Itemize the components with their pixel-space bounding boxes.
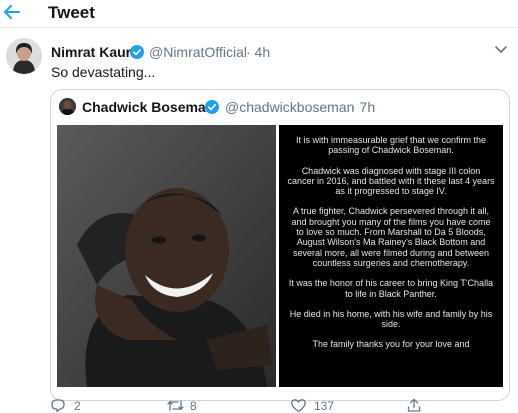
statement-paragraph: A true fighter, Chadwick persevered thro… — [291, 206, 491, 268]
statement-paragraph: It was the honor of his career to bring … — [288, 278, 494, 299]
quoted-author-handle: @chadwickboseman — [225, 99, 355, 115]
statement-image[interactable]: It is with immeasurable grief that we co… — [279, 125, 503, 387]
author-name[interactable]: Nimrat Kaur — [51, 44, 131, 60]
reply-icon — [51, 399, 65, 413]
statement-paragraph: The family thanks you for your love and — [312, 339, 470, 350]
retweet-button[interactable]: 8 — [166, 398, 216, 413]
more-options-button[interactable] — [492, 43, 510, 55]
statement-paragraph: It is with immeasurable grief that we co… — [295, 135, 487, 156]
top-bar: Tweet — [0, 0, 518, 28]
share-button[interactable] — [406, 398, 426, 413]
arrow-left-icon — [4, 5, 20, 19]
tweet-text: So devastating... — [51, 64, 156, 80]
tweet-actions: 2 8 137 — [0, 398, 518, 413]
statement-paragraph: Chadwick was diagnosed with stage III co… — [287, 165, 495, 197]
quoted-avatar — [59, 98, 76, 115]
author-handle[interactable]: @NimratOfficial — [149, 44, 247, 60]
statement-paragraph: He died in his home, with his wife and f… — [289, 308, 493, 330]
tweet-time[interactable]: · 4h — [246, 44, 270, 60]
retweet-icon — [167, 400, 184, 411]
verified-badge-icon — [130, 45, 144, 59]
chevron-down-icon — [495, 46, 507, 54]
back-button[interactable] — [2, 2, 22, 22]
heart-icon — [291, 399, 306, 413]
share-icon — [407, 398, 421, 412]
portrait-photo[interactable] — [57, 125, 276, 387]
like-button[interactable]: 137 — [290, 398, 350, 413]
retweet-count: 8 — [190, 399, 197, 413]
quoted-tweet[interactable]: Chadwick Boseman @chadwickboseman · 7h I… — [50, 89, 510, 401]
reply-button[interactable]: 2 — [50, 398, 100, 413]
reply-count: 2 — [74, 399, 81, 413]
quoted-author-name: Chadwick Boseman — [82, 99, 215, 115]
like-count: 137 — [314, 399, 335, 413]
page-title: Tweet — [48, 3, 95, 22]
verified-badge-icon — [205, 100, 219, 114]
avatar[interactable] — [6, 38, 42, 74]
quoted-time: · 7h — [351, 99, 376, 115]
